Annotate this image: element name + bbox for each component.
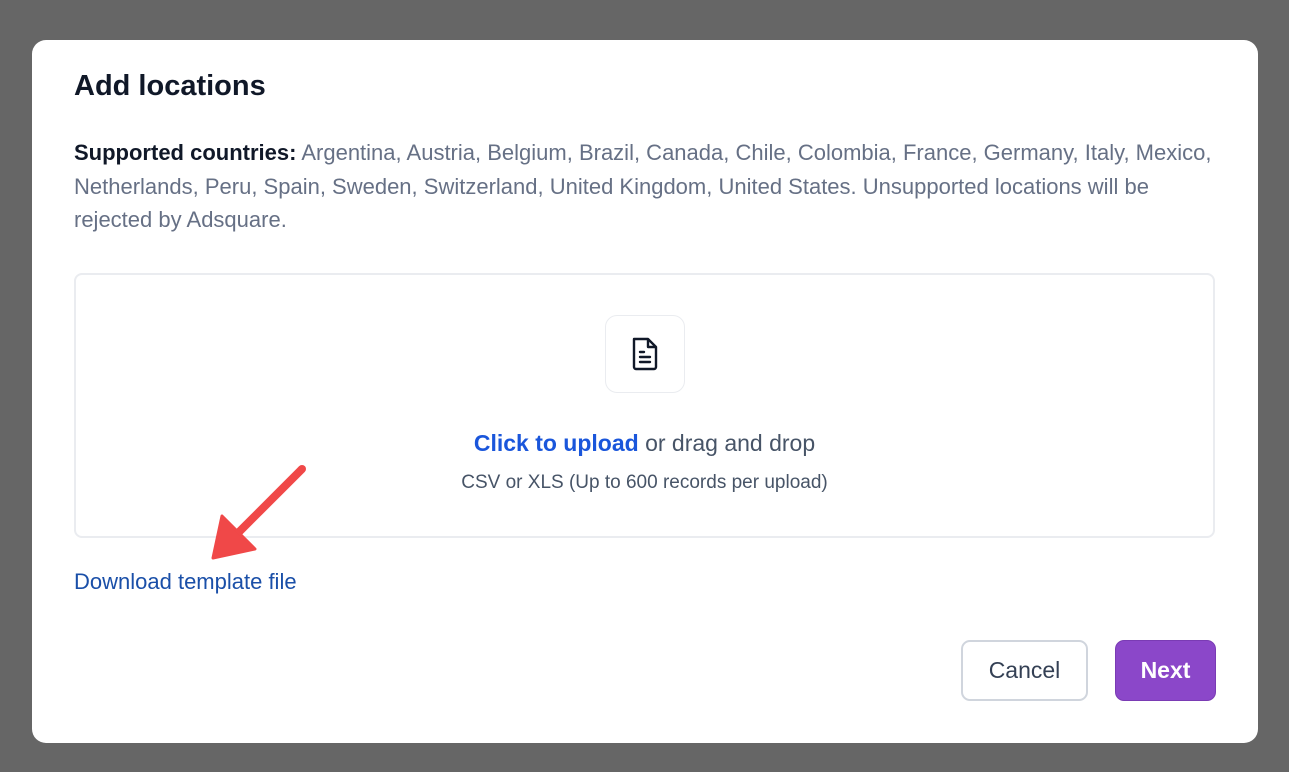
supported-countries-text: Supported countries: Argentina, Austria,… bbox=[74, 136, 1214, 237]
add-locations-modal: Add locations Supported countries: Argen… bbox=[32, 40, 1258, 743]
drag-drop-text: or drag and drop bbox=[638, 430, 816, 456]
download-template-link[interactable]: Download template file bbox=[74, 568, 297, 596]
upload-instructions: Click to upload or drag and drop bbox=[76, 429, 1213, 457]
next-button[interactable]: Next bbox=[1115, 640, 1216, 701]
upload-hint: CSV or XLS (Up to 600 records per upload… bbox=[461, 472, 828, 493]
modal-title: Add locations bbox=[74, 70, 266, 102]
supported-countries-label: Supported countries: bbox=[74, 140, 297, 165]
upload-dropzone[interactable]: Click to upload or drag and drop CSV or … bbox=[74, 273, 1215, 538]
cancel-button[interactable]: Cancel bbox=[961, 640, 1088, 701]
file-icon-container bbox=[605, 315, 685, 393]
file-text-icon bbox=[632, 337, 658, 371]
click-to-upload-link[interactable]: Click to upload bbox=[474, 430, 639, 456]
